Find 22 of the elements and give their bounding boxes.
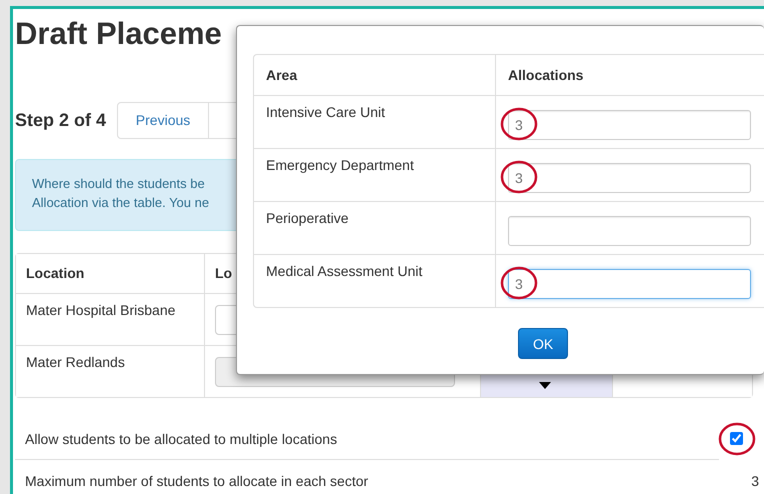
allocation-input[interactable]: 3: [508, 269, 751, 299]
option-label: Maximum number of students to allocate in each sector: [25, 473, 368, 489]
previous-button[interactable]: Previous: [117, 102, 210, 138]
column-header: Area: [265, 66, 298, 85]
info-text: Allocation via the table. You ne: [32, 194, 210, 212]
allocation-input[interactable]: 3: [508, 163, 751, 193]
ok-button[interactable]: OK: [518, 328, 568, 359]
option-value: 3: [751, 473, 759, 489]
page-title: Draft Placeme: [15, 15, 223, 53]
info-text: Where should the students be: [32, 175, 205, 193]
table-cell: Emergency Department: [254, 148, 495, 201]
table-cell: Mater Redlands: [16, 345, 204, 397]
table-cell: Medical Assessment Unit: [254, 254, 495, 307]
option-checkbox[interactable]: [730, 432, 743, 445]
allocation-input[interactable]: 3: [508, 110, 751, 140]
column-header: Allocations: [495, 55, 764, 95]
option-label: Allow students to be allocated to multiple locations: [25, 430, 338, 446]
step-label: Step 2 of 4: [15, 110, 106, 130]
allocation-input[interactable]: [508, 216, 751, 246]
table-cell: Intensive Care Unit: [254, 95, 495, 148]
caret-icon: [539, 382, 551, 389]
table-cell: Perioperative: [254, 201, 495, 254]
